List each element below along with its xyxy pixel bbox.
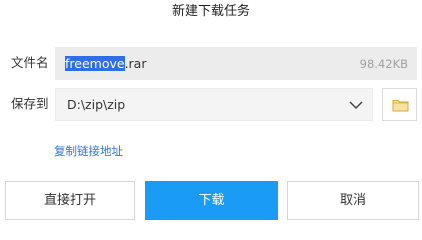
filename-extension: .rar <box>124 56 147 71</box>
file-size: 98.42KB <box>359 57 408 71</box>
chevron-down-icon[interactable] <box>348 97 364 113</box>
browse-folder-button[interactable] <box>382 88 417 121</box>
download-button[interactable]: 下载 <box>145 181 278 220</box>
save-to-label: 保存到 <box>11 96 49 111</box>
new-download-dialog: 新建下载任务 文件名 freemove.rar 98.42KB 保存到 D:\z… <box>0 0 422 222</box>
dialog-title: 新建下载任务 <box>171 4 250 19</box>
save-path-value: D:\zip\zip <box>67 97 126 112</box>
filename-input[interactable]: freemove.rar 98.42KB <box>55 47 417 80</box>
folder-icon <box>392 100 409 112</box>
filename-text: freemove.rar <box>65 55 146 73</box>
open-directly-button[interactable]: 直接打开 <box>5 181 135 220</box>
cancel-button[interactable]: 取消 <box>287 181 419 220</box>
filename-selected-text: freemove <box>65 56 125 71</box>
save-path-dropdown[interactable]: D:\zip\zip <box>55 88 373 121</box>
filename-label: 文件名 <box>11 55 49 70</box>
copy-link-address[interactable]: 复制链接地址 <box>54 143 123 159</box>
